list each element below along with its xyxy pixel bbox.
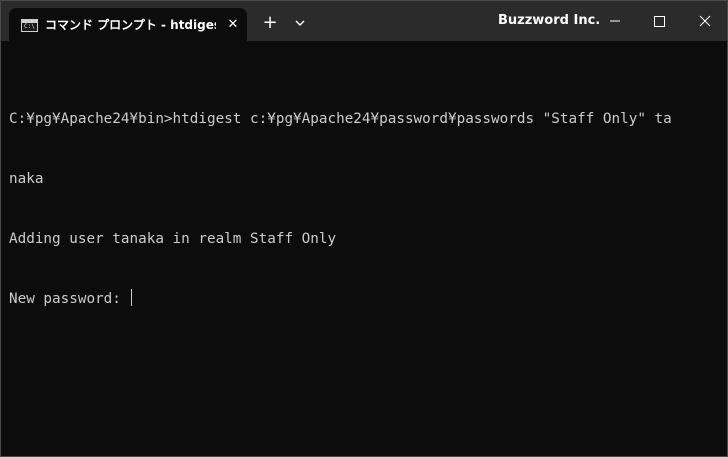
dropdown-chevron-icon[interactable] bbox=[291, 14, 309, 32]
terminal-window: C:\ コマンド プロンプト - htdigest c:¥pg¥Apache24… bbox=[0, 0, 728, 457]
terminal-input-line[interactable]: New password: bbox=[9, 289, 719, 309]
text-cursor bbox=[130, 289, 132, 306]
terminal-output[interactable]: C:¥pg¥Apache24¥bin>htdigest c:¥pg¥Apache… bbox=[9, 69, 719, 449]
terminal-line: naka bbox=[9, 171, 44, 187]
maximize-button[interactable] bbox=[645, 9, 673, 33]
command-prompt-icon: C:\ bbox=[21, 19, 38, 32]
tab-title: コマンド プロンプト - htdigest c:¥pg¥Apache24¥pas… bbox=[45, 18, 216, 32]
terminal-line: C:¥pg¥Apache24¥bin>htdigest c:¥pg¥Apache… bbox=[9, 111, 672, 127]
terminal-line: Adding user tanaka in realm Staff Only bbox=[9, 231, 337, 247]
tab-command-prompt[interactable]: C:\ コマンド プロンプト - htdigest c:¥pg¥Apache24… bbox=[9, 8, 247, 41]
new-tab-button[interactable]: + bbox=[260, 13, 280, 33]
icon-prompt-text: C:\ bbox=[24, 23, 35, 30]
title-bar[interactable]: C:\ コマンド プロンプト - htdigest c:¥pg¥Apache24… bbox=[1, 1, 727, 41]
minimize-button[interactable] bbox=[601, 9, 629, 33]
close-tab-icon[interactable]: ✕ bbox=[225, 17, 241, 33]
password-prompt: New password: bbox=[9, 291, 130, 307]
app-name: Buzzword Inc. bbox=[498, 13, 601, 28]
close-window-button[interactable] bbox=[691, 9, 719, 33]
